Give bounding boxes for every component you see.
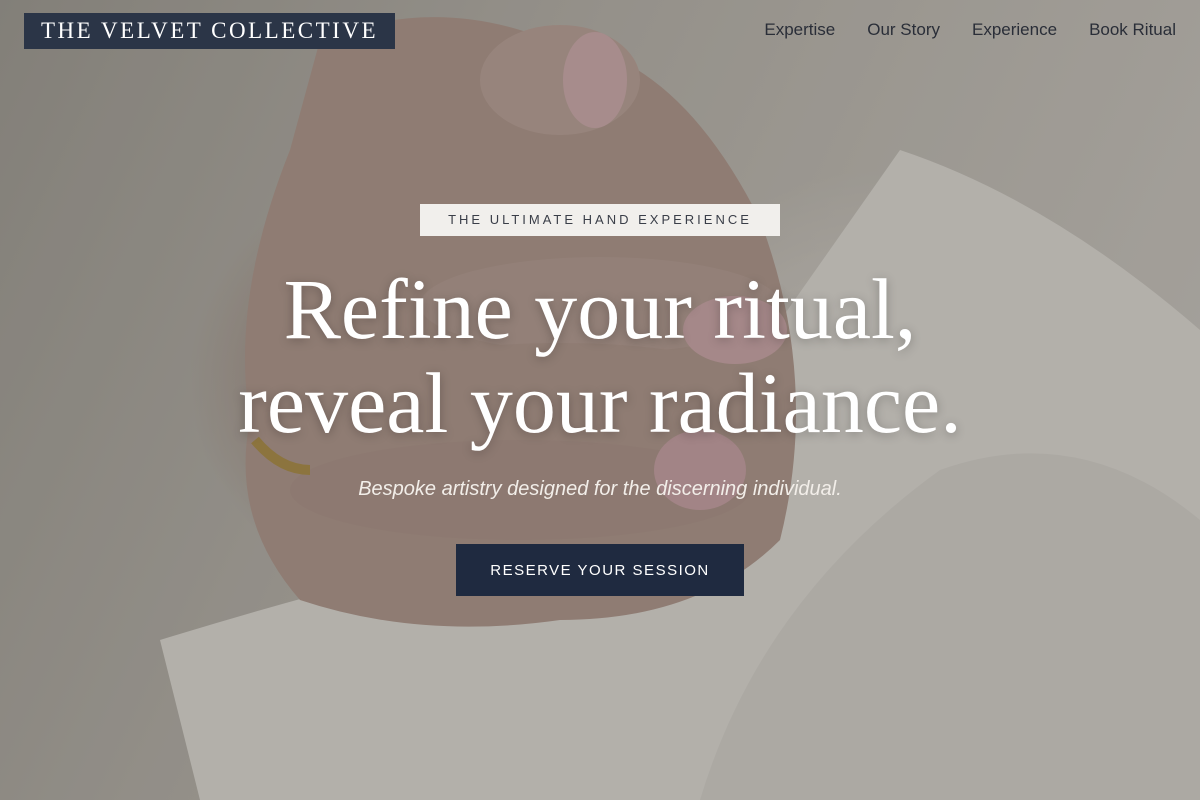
nav-link-experience[interactable]: Experience (972, 20, 1057, 40)
hero-headline-line-1: Refine your ritual, (283, 261, 917, 357)
main-nav: Expertise Our Story Experience Book Ritu… (764, 20, 1176, 40)
hero-headline: Refine your ritual, reveal your radiance… (100, 262, 1100, 450)
nav-link-expertise[interactable]: Expertise (764, 20, 835, 40)
hero-subtitle: Bespoke artistry designed for the discer… (358, 478, 842, 500)
nav-link-our-story[interactable]: Our Story (867, 20, 940, 40)
brand-logo[interactable]: THE VELVET COLLECTIVE (24, 13, 395, 49)
hero-eyebrow-label: THE ULTIMATE HAND EXPERIENCE (420, 204, 780, 236)
hero-headline-line-2: reveal your radiance. (238, 355, 962, 451)
reserve-session-button[interactable]: RESERVE YOUR SESSION (456, 544, 744, 596)
nav-link-book-ritual[interactable]: Book Ritual (1089, 20, 1176, 40)
